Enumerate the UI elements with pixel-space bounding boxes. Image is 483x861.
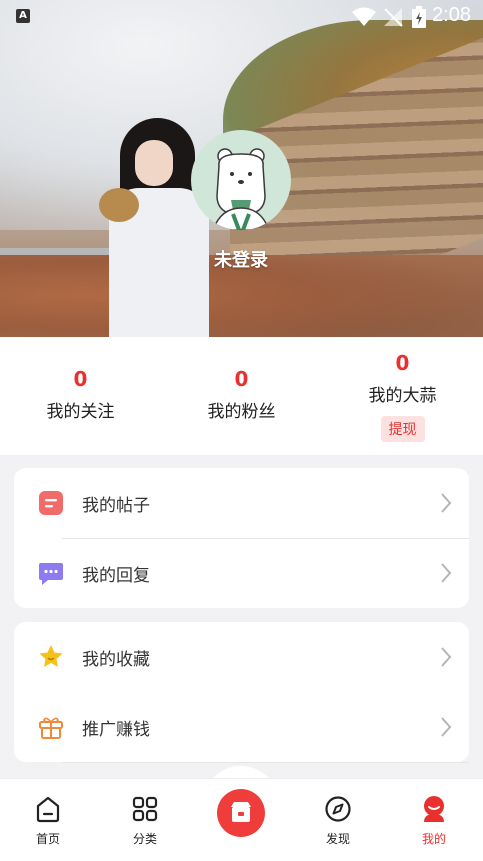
menu-item-my-posts[interactable]: 我的帖子 [14,468,469,538]
menu-item-label: 我的帖子 [82,496,150,516]
withdraw-button[interactable]: 提现 [380,416,425,442]
compass-icon [325,796,351,822]
status-bar: A 2:08 [0,0,483,34]
signal-icon [384,8,403,27]
status-time: 2:08 [432,4,471,26]
nav-category[interactable]: 分类 [105,779,185,861]
menu-card-2: 我的收藏 推广赚钱 [14,622,469,763]
stat-following[interactable]: 0 我的关注 [0,337,161,422]
followers-label: 我的粉丝 [207,402,276,422]
battery-icon [412,6,426,28]
chevron-right-icon [441,493,452,513]
stat-followers[interactable]: 0 我的粉丝 [161,337,322,422]
garlic-label: 我的大蒜 [368,386,437,406]
nav-category-label: 分类 [132,832,157,846]
nav-home[interactable]: 首页 [8,779,88,861]
divider [62,762,469,763]
reply-icon [39,563,63,585]
stats-panel: 0 我的关注 0 我的粉丝 0 我的大蒜 提现 [0,337,483,455]
store-icon [231,802,251,822]
following-label: 我的关注 [46,402,115,422]
chevron-right-icon [441,717,452,737]
stat-garlic[interactable]: 0 我的大蒜 提现 [322,337,483,442]
avatar[interactable] [191,130,291,230]
menu-item-label: 我的回复 [82,566,150,586]
notification-icon: A [16,9,30,23]
bear-avatar-icon [212,148,270,230]
garlic-count: 0 [395,351,410,375]
nav-me[interactable]: 我的 [394,779,474,861]
wifi-icon [352,7,376,26]
nav-discover-label: 发现 [325,832,350,846]
login-status-label[interactable]: 未登录 [191,246,291,272]
nav-home-label: 首页 [35,832,60,846]
home-icon [36,796,60,823]
grid-icon [132,796,158,822]
menu-item-label: 我的收藏 [82,650,150,670]
chevron-right-icon [441,647,452,667]
menu-item-my-replies[interactable]: 我的回复 [14,538,469,608]
gift-icon [39,717,63,739]
menu-item-label: 推广赚钱 [82,720,150,740]
following-count: 0 [73,367,88,391]
menu-item-promote-earn[interactable]: 推广赚钱 [14,692,469,762]
star-icon [39,645,63,667]
profile-icon [424,796,444,822]
chevron-right-icon [441,563,452,583]
posts-icon [39,491,63,515]
nav-me-label: 我的 [421,832,446,846]
followers-count: 0 [234,367,249,391]
menu-item-favorites[interactable]: 我的收藏 [14,622,469,692]
nav-discover[interactable]: 发现 [298,779,378,861]
center-store-button[interactable] [217,789,265,837]
menu-card-1: 我的帖子 我的回复 [14,468,469,608]
